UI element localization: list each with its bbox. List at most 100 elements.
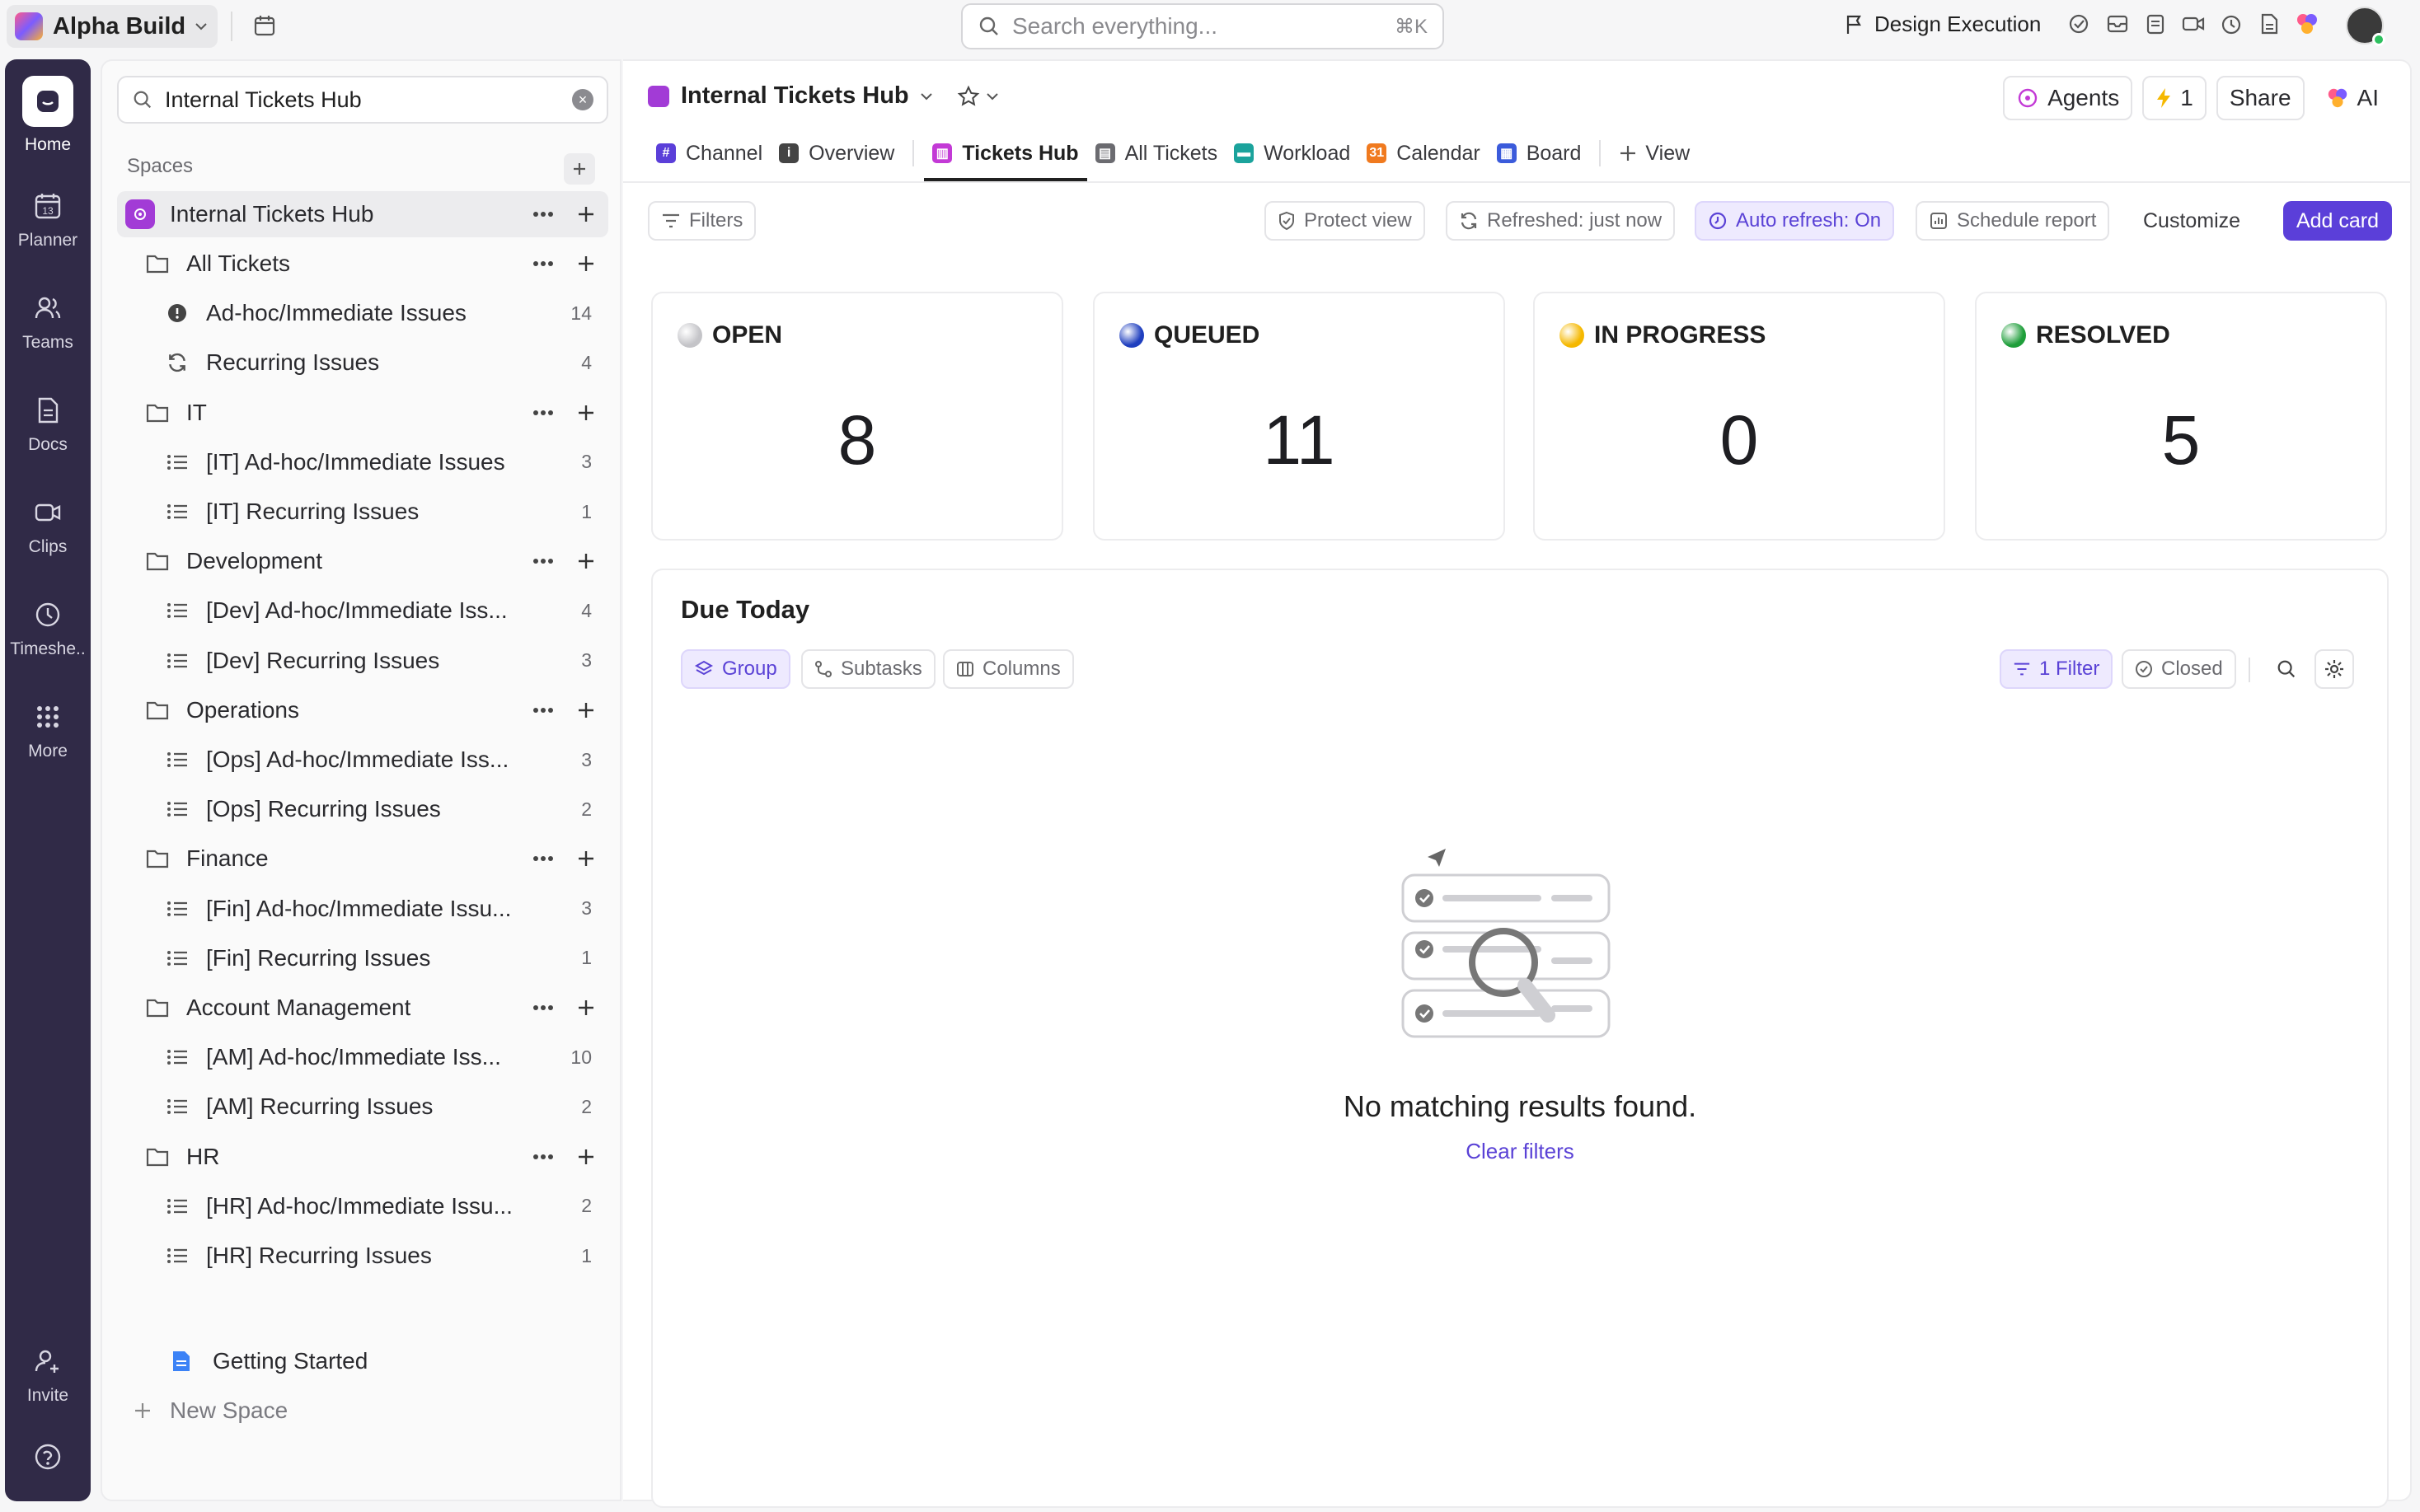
help-button[interactable] bbox=[5, 1440, 91, 1482]
search-button[interactable] bbox=[2267, 649, 2306, 689]
workspace-switcher[interactable]: Alpha Build bbox=[7, 5, 218, 48]
group-button[interactable]: Group bbox=[681, 649, 790, 689]
plus-icon[interactable] bbox=[577, 999, 595, 1017]
space-item-internal-tickets-hub[interactable]: Internal Tickets Hub bbox=[117, 191, 608, 237]
list-item[interactable]: Recurring Issues 4 bbox=[117, 339, 608, 386]
more-icon[interactable] bbox=[532, 1154, 554, 1160]
tab-all-tickets[interactable]: ▤ All Tickets bbox=[1087, 129, 1226, 178]
plus-icon[interactable] bbox=[577, 552, 595, 570]
tab-workload[interactable]: ▬ Workload bbox=[1226, 129, 1358, 178]
protect-view-button[interactable]: Protect view bbox=[1264, 201, 1425, 241]
more-icon[interactable] bbox=[532, 707, 554, 714]
rail-item-timesheets[interactable]: Timeshe.. bbox=[5, 598, 91, 659]
plus-icon[interactable] bbox=[577, 404, 595, 422]
list-item[interactable]: [IT] Recurring Issues 1 bbox=[117, 489, 608, 535]
automation-count-button[interactable]: 1 bbox=[2142, 76, 2207, 120]
page-title[interactable]: Internal Tickets Hub bbox=[681, 82, 909, 110]
list-item[interactable]: [Dev] Ad-hoc/Immediate Iss... 4 bbox=[117, 587, 608, 634]
list-item[interactable]: [Dev] Recurring Issues 3 bbox=[117, 638, 608, 684]
plus-icon[interactable] bbox=[577, 1148, 595, 1166]
design-execution-link[interactable]: Design Execution bbox=[1845, 12, 2041, 37]
more-icon[interactable] bbox=[532, 1004, 554, 1011]
plus-icon[interactable] bbox=[577, 850, 595, 868]
folder-item[interactable]: Development bbox=[117, 538, 608, 584]
plus-icon[interactable] bbox=[577, 205, 595, 223]
ai-sparkle-icon[interactable] bbox=[2295, 12, 2319, 36]
add-view-button[interactable]: View bbox=[1611, 129, 1698, 178]
more-icon[interactable] bbox=[532, 855, 554, 862]
getting-started-doc[interactable]: Getting Started bbox=[171, 1348, 368, 1374]
status-card-resolved[interactable]: RESOLVED 5 bbox=[1975, 292, 2387, 541]
clear-filters-link[interactable]: Clear filters bbox=[653, 1139, 2387, 1164]
ai-button[interactable]: AI bbox=[2314, 76, 2390, 120]
plus-icon[interactable] bbox=[577, 255, 595, 273]
subtasks-button[interactable]: Subtasks bbox=[801, 649, 936, 689]
rail-item-invite[interactable]: Invite bbox=[5, 1345, 91, 1406]
folder-item[interactable]: HR bbox=[117, 1134, 608, 1180]
list-item[interactable]: [AM] Ad-hoc/Immediate Iss... 10 bbox=[117, 1034, 608, 1080]
list-item[interactable]: [HR] Recurring Issues 1 bbox=[117, 1233, 608, 1279]
rail-item-more[interactable]: More bbox=[5, 700, 91, 761]
more-icon[interactable] bbox=[532, 558, 554, 564]
tab-overview[interactable]: i Overview bbox=[771, 129, 903, 178]
list-item[interactable]: Ad-hoc/Immediate Issues 14 bbox=[117, 290, 608, 336]
refresh-button[interactable]: Refreshed: just now bbox=[1446, 201, 1676, 241]
tab-board[interactable]: ▦ Board bbox=[1489, 129, 1590, 178]
folder-item[interactable]: Account Management bbox=[117, 985, 608, 1031]
star-icon[interactable] bbox=[957, 85, 980, 108]
list-item[interactable]: [IT] Ad-hoc/Immediate Issues 3 bbox=[117, 439, 608, 485]
rail-item-docs[interactable]: Docs bbox=[5, 394, 91, 455]
tab-calendar[interactable]: 31 Calendar bbox=[1358, 129, 1488, 178]
share-button[interactable]: Share bbox=[2216, 76, 2305, 120]
list-item[interactable]: [Ops] Ad-hoc/Immediate Iss... 3 bbox=[117, 737, 608, 783]
document-icon[interactable] bbox=[2257, 12, 2282, 36]
folder-item[interactable]: Finance bbox=[117, 836, 608, 882]
schedule-report-button[interactable]: Schedule report bbox=[1916, 201, 2110, 241]
more-icon[interactable] bbox=[532, 410, 554, 416]
more-icon[interactable] bbox=[532, 211, 554, 218]
plus-icon[interactable] bbox=[577, 701, 595, 719]
sidebar-search-input[interactable]: Internal Tickets Hub × bbox=[117, 76, 608, 124]
list-item[interactable]: [Fin] Recurring Issues 1 bbox=[117, 935, 608, 981]
chevron-down-icon[interactable] bbox=[985, 89, 1000, 104]
rail-item-planner[interactable]: 13 Planner bbox=[5, 190, 91, 250]
new-space-button[interactable]: New Space bbox=[134, 1397, 288, 1424]
alarm-icon[interactable] bbox=[2219, 12, 2244, 36]
list-item[interactable]: [AM] Recurring Issues 2 bbox=[117, 1084, 608, 1130]
more-icon[interactable] bbox=[532, 260, 554, 267]
auto-refresh-toggle[interactable]: Auto refresh: On bbox=[1695, 201, 1895, 241]
filters-button[interactable]: Filters bbox=[648, 201, 757, 241]
list-item[interactable]: [Ops] Recurring Issues 2 bbox=[117, 786, 608, 832]
customize-button[interactable]: Customize bbox=[2143, 201, 2240, 241]
rail-item-clips[interactable]: Clips bbox=[5, 496, 91, 557]
status-card-queued[interactable]: QUEUED 11 bbox=[1093, 292, 1505, 541]
folder-item[interactable]: IT bbox=[117, 390, 608, 436]
folder-item[interactable]: Operations bbox=[117, 687, 608, 733]
task-check-icon[interactable] bbox=[2067, 12, 2092, 36]
notepad-icon[interactable] bbox=[2143, 12, 2168, 36]
status-card-open[interactable]: OPEN 8 bbox=[651, 292, 1063, 541]
video-icon[interactable] bbox=[2181, 12, 2206, 36]
tab-channel[interactable]: # Channel bbox=[648, 129, 771, 178]
status-label: IN PROGRESS bbox=[1594, 321, 1766, 349]
status-card-in-progress[interactable]: IN PROGRESS 0 bbox=[1533, 292, 1945, 541]
rail-item-teams[interactable]: Teams bbox=[5, 292, 91, 353]
folder-item[interactable]: All Tickets bbox=[117, 241, 608, 287]
user-avatar[interactable] bbox=[2346, 7, 2385, 46]
clear-search-icon[interactable]: × bbox=[572, 89, 593, 110]
closed-toggle[interactable]: Closed bbox=[2122, 649, 2236, 689]
list-item[interactable]: [HR] Ad-hoc/Immediate Issu... 2 bbox=[117, 1183, 608, 1229]
tab-tickets-hub[interactable]: ▥ Tickets Hub bbox=[924, 129, 1087, 181]
columns-button[interactable]: Columns bbox=[943, 649, 1074, 689]
filter-count-button[interactable]: 1 Filter bbox=[2000, 649, 2113, 689]
rail-item-home[interactable]: Home bbox=[5, 76, 91, 155]
calendar-icon[interactable] bbox=[252, 13, 277, 38]
inbox-icon[interactable] bbox=[2105, 12, 2130, 36]
chevron-down-icon[interactable] bbox=[919, 89, 934, 104]
global-search[interactable]: Search everything... ⌘K bbox=[961, 3, 1444, 49]
add-space-button[interactable] bbox=[564, 153, 595, 185]
agents-button[interactable]: Agents bbox=[2003, 76, 2133, 120]
settings-button[interactable] bbox=[2314, 649, 2354, 689]
list-item[interactable]: [Fin] Ad-hoc/Immediate Issu... 3 bbox=[117, 886, 608, 932]
add-card-button[interactable]: Add card bbox=[2282, 201, 2392, 241]
